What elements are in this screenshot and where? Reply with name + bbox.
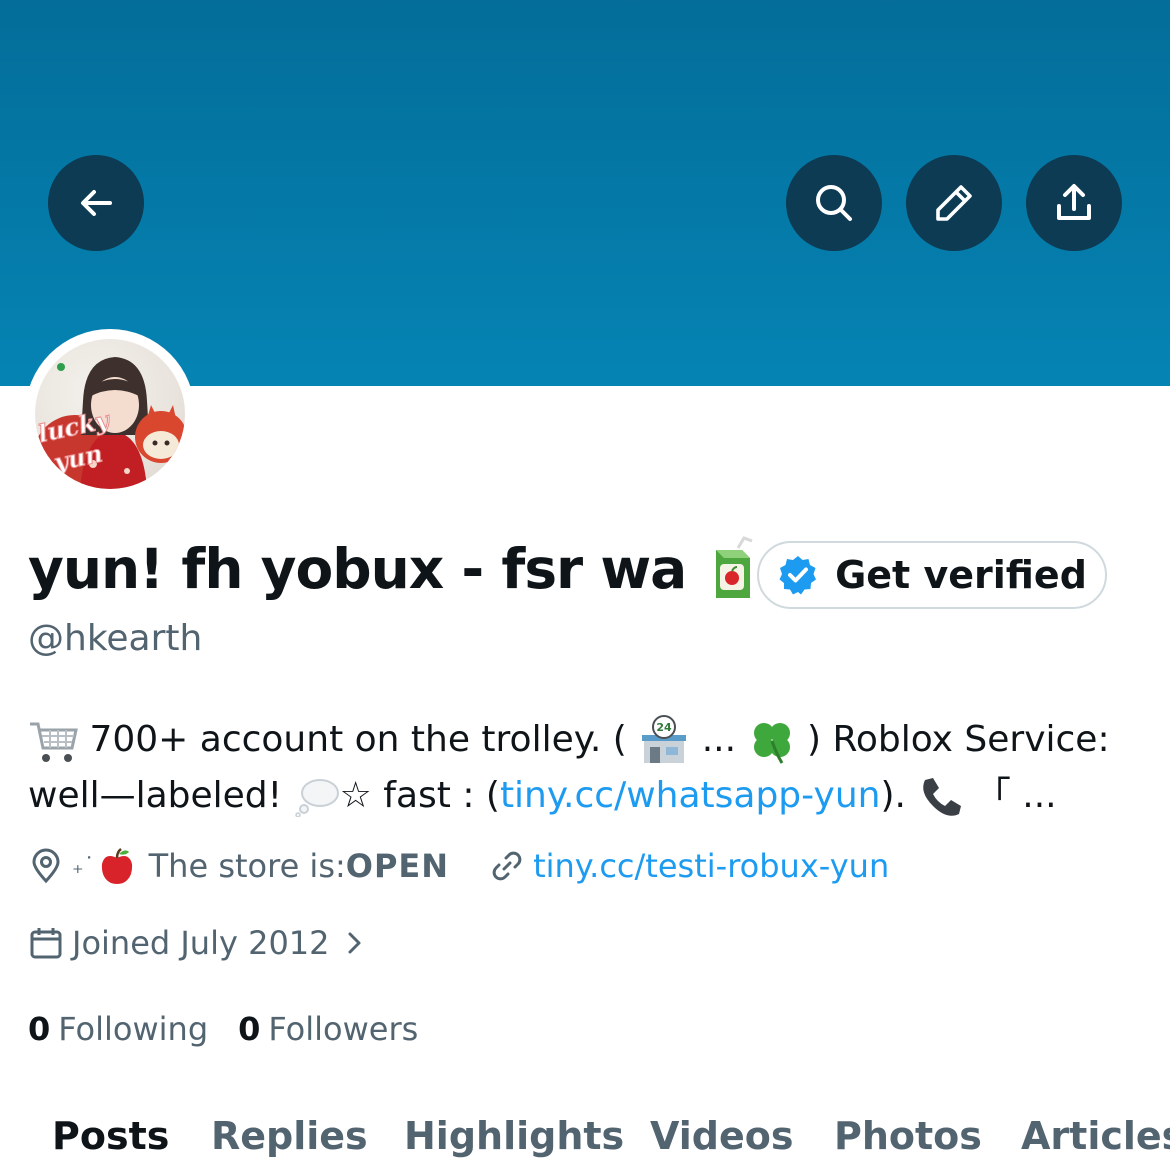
link-icon: [492, 851, 522, 881]
followers-count: 0: [238, 1010, 261, 1048]
bio-text-5: 「 ...: [963, 775, 1057, 816]
thought-balloon-emoji-icon: [294, 779, 339, 817]
following-link[interactable]: 0 Following: [28, 1010, 208, 1048]
followers-label: Followers: [268, 1010, 419, 1048]
avatar[interactable]: lucky yun: [25, 329, 195, 499]
share-button[interactable]: [1026, 155, 1122, 251]
edit-button[interactable]: [906, 155, 1002, 251]
bio: 700+ account on the trolley. ( 24 ... ) …: [28, 712, 1148, 824]
search-icon: [816, 185, 852, 221]
bio-ellipsis: ...: [690, 719, 748, 760]
location-pin-icon: [32, 848, 60, 884]
calendar-icon: [30, 928, 62, 959]
tab-videos[interactable]: Videos: [650, 1114, 793, 1158]
tab-highlights[interactable]: Highlights: [404, 1114, 624, 1158]
verified-badge-icon: [779, 556, 817, 595]
red-apple-emoji-icon: [101, 848, 132, 884]
juice-box-emoji-icon: [716, 536, 753, 598]
following-count: 0: [28, 1010, 51, 1048]
store-status: OPEN: [345, 847, 450, 885]
location-text: The store is:: [148, 847, 346, 885]
handle: @hkearth: [28, 618, 203, 659]
tab-replies[interactable]: Replies: [211, 1114, 368, 1158]
website-link[interactable]: tiny.cc/testi-robux-yun: [533, 847, 889, 885]
bio-text-1: 700+ account on the trolley. (: [78, 719, 639, 760]
share-icon: [1057, 184, 1091, 220]
chevron-right-icon: [348, 932, 361, 954]
avatar-image: lucky yun: [35, 339, 185, 489]
tab-posts[interactable]: Posts: [52, 1114, 169, 1158]
convenience-store-emoji-icon: 24: [642, 715, 687, 763]
follow-stats: 0 Following 0 Followers: [28, 1010, 418, 1048]
bio-text-4: ).: [880, 775, 918, 816]
display-name-row: yun! fh yobux - fsr wa: [28, 536, 758, 602]
bio-whatsapp-link[interactable]: tiny.cc/whatsapp-yun: [500, 775, 881, 816]
back-arrow-icon: [81, 190, 112, 216]
followers-link[interactable]: 0 Followers: [238, 1010, 418, 1048]
bio-text-3: ☆ fast : (: [339, 775, 500, 816]
location-sparkle: ₊˙: [72, 853, 95, 879]
profile-tabs: Posts Replies Highlights Videos Photos A…: [0, 1110, 1170, 1170]
search-button[interactable]: [786, 155, 882, 251]
shopping-cart-emoji-icon: [30, 722, 78, 762]
telephone-receiver-emoji-icon: [923, 778, 962, 816]
following-label: Following: [58, 1010, 209, 1048]
location-row: ₊˙ The store is: OPEN tiny.cc/testi-robu…: [28, 846, 889, 886]
tab-articles[interactable]: Articles: [1021, 1114, 1170, 1158]
get-verified-button[interactable]: Get verified: [757, 541, 1107, 609]
display-name: yun! fh yobux - fsr wa: [28, 537, 687, 601]
back-button[interactable]: [48, 155, 144, 251]
pencil-icon: [936, 185, 972, 221]
tab-photos[interactable]: Photos: [834, 1114, 982, 1158]
joined-row[interactable]: Joined July 2012: [28, 924, 370, 962]
svg-text:24: 24: [657, 721, 673, 734]
avatar-illustration: lucky yun: [35, 357, 185, 489]
joined-date: Joined July 2012: [72, 924, 330, 962]
four-leaf-clover-emoji-icon: [753, 723, 790, 764]
get-verified-label: Get verified: [835, 553, 1087, 597]
